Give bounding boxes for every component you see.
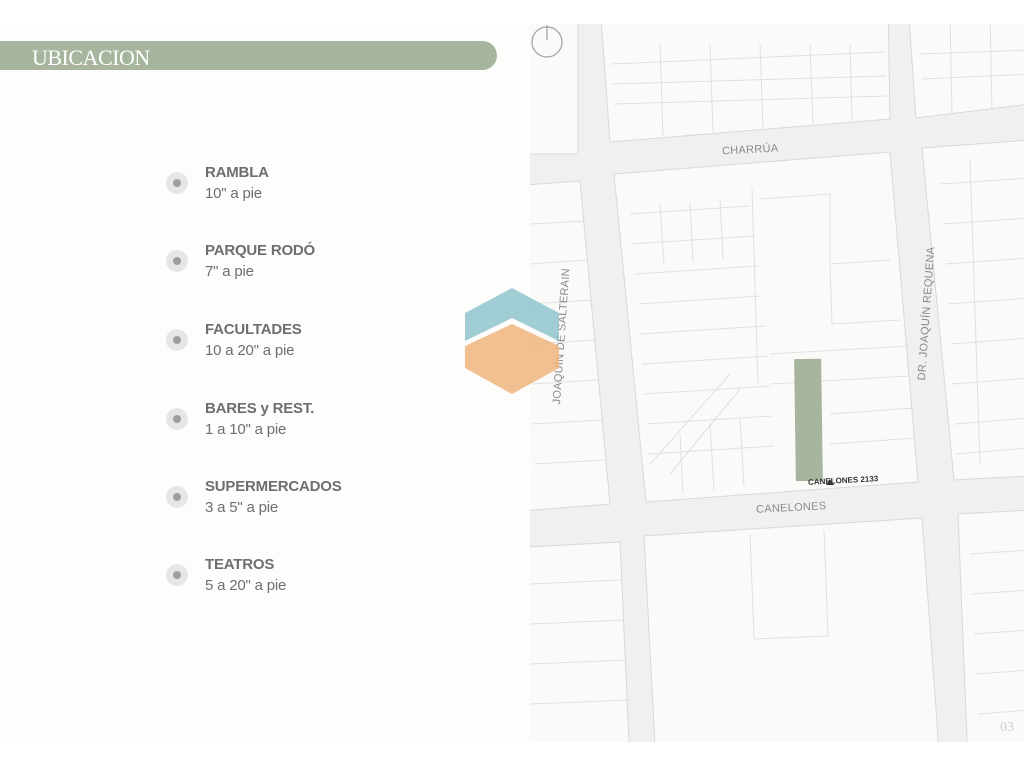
map-block [643,517,939,742]
circle-bullet-icon [166,172,188,194]
map-block [530,541,630,742]
map-block [908,24,1024,119]
circle-bullet-icon [166,250,188,272]
title-bar: UBICACION [0,41,497,70]
location-time: 3 a 5" a pie [205,499,278,516]
page-title: UBICACION [32,45,150,70]
list-item: FACULTADES 10 a 20" a pie [166,321,466,365]
map-blocks [530,24,1024,742]
map-block [921,139,1024,481]
circle-bullet-icon [166,564,188,586]
circle-bullet-icon [166,329,188,351]
power-icon[interactable] [530,24,564,58]
location-name: BARES y REST. [205,400,315,417]
page-number: 03 [1000,720,1014,735]
location-page: UBICACION RAMBLA 10" a pie PARQUE RODÓ 7… [0,24,1024,742]
list-item: PARQUE RODÓ 7" a pie [166,242,466,286]
map-block [957,509,1024,742]
logo-watermark-icon [465,288,559,394]
list-item: SUPERMERCADOS 3 a 5" a pie [166,478,466,522]
location-name: RAMBLA [205,164,269,181]
location-name: TEATROS [205,556,275,573]
circle-bullet-icon [166,408,188,430]
location-time: 7" a pie [205,263,254,280]
list-item: BARES y REST. 1 a 10" a pie [166,400,466,444]
location-name: FACULTADES [205,321,302,338]
location-time: 10" a pie [205,185,262,202]
list-item: TEATROS 5 a 20" a pie [166,556,466,600]
highlighted-lot [794,358,823,482]
location-time: 10 a 20" a pie [205,342,295,359]
location-name: PARQUE RODÓ [205,242,316,259]
list-item: RAMBLA 10" a pie [166,164,466,208]
street-map: CHARRÚA JOAQUÍN DE SALTERAIN DR. JOAQUÍN… [530,24,1024,742]
circle-bullet-icon [166,486,188,508]
location-time: 1 a 10" a pie [205,421,287,438]
location-time: 5 a 20" a pie [205,577,287,594]
location-name: SUPERMERCADOS [205,478,342,495]
